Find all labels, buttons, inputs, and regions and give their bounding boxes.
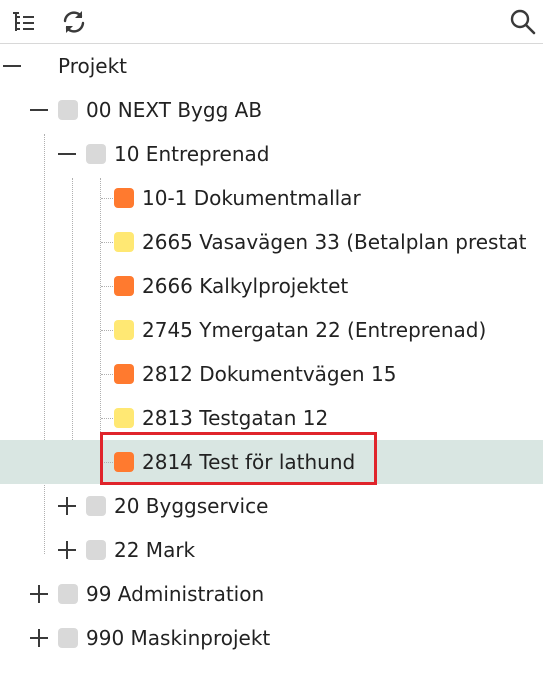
folder-icon: [86, 144, 106, 164]
folder-icon: [86, 540, 106, 560]
tree-node-project[interactable]: 2812 Dokumentvägen 15: [0, 352, 543, 396]
tree-view-button[interactable]: [8, 6, 40, 38]
tree-node-label[interactable]: 2666 Kalkylprojektet: [142, 274, 348, 298]
tree-node-project[interactable]: 10-1 Dokumentmallar: [0, 176, 543, 220]
collapse-toggle[interactable]: [27, 98, 51, 122]
tree-list-icon: [13, 12, 34, 31]
tree-node-label[interactable]: 10-1 Dokumentmallar: [142, 186, 361, 210]
status-orange-icon: [114, 364, 134, 384]
tree-node-company[interactable]: 00 NEXT Bygg AB: [0, 88, 543, 132]
expand-toggle[interactable]: [27, 582, 51, 606]
tree-connector: [101, 418, 113, 419]
collapse-toggle[interactable]: [55, 142, 79, 166]
tree-node-label[interactable]: 20 Byggservice: [114, 494, 268, 518]
tree-connector: [101, 374, 113, 375]
folder-icon: [86, 496, 106, 516]
minus-icon: [30, 109, 48, 111]
status-yellow-icon: [114, 408, 134, 428]
plus-icon: [30, 629, 48, 647]
tree-node-label[interactable]: 10 Entreprenad: [114, 142, 269, 166]
tree-node-root[interactable]: Projekt: [0, 44, 543, 88]
tree-connector: [101, 462, 113, 463]
tree-node-label[interactable]: 99 Administration: [86, 582, 264, 606]
status-orange-icon: [114, 276, 134, 296]
tree-node-label[interactable]: 2745 Ymergatan 22 (Entreprenad): [142, 318, 486, 342]
tree-node-label[interactable]: 2813 Testgatan 12: [142, 406, 328, 430]
collapse-toggle[interactable]: [0, 54, 24, 78]
plus-icon: [58, 541, 76, 559]
tree-node-label[interactable]: 00 NEXT Bygg AB: [86, 98, 262, 122]
tree-node-label[interactable]: 22 Mark: [114, 538, 195, 562]
tree-node-project[interactable]: 2666 Kalkylprojektet: [0, 264, 543, 308]
tree-node-label[interactable]: 2814 Test för lathund: [142, 450, 355, 474]
tree-connector: [101, 286, 113, 287]
tree-node-mark[interactable]: 22 Mark: [0, 528, 543, 572]
minus-icon: [3, 65, 21, 67]
tree-connector: [101, 198, 113, 199]
tree-connector: [101, 242, 113, 243]
toolbar: [0, 0, 543, 44]
status-yellow-icon: [114, 232, 134, 252]
folder-icon: [58, 628, 78, 648]
refresh-button[interactable]: [58, 6, 90, 38]
status-orange-icon: [114, 452, 134, 472]
tree-node-label[interactable]: 2665 Vasavägen 33 (Betalplan prestat: [142, 230, 526, 254]
minus-icon: [58, 153, 76, 155]
tree-node-project[interactable]: 2665 Vasavägen 33 (Betalplan prestat: [0, 220, 543, 264]
status-yellow-icon: [114, 320, 134, 340]
search-icon: [510, 9, 536, 35]
tree-node-label[interactable]: Projekt: [58, 54, 127, 78]
plus-icon: [58, 497, 76, 515]
project-tree: Projekt 00 NEXT Bygg AB 10 Entreprenad 1…: [0, 44, 543, 689]
tree-node-project-selected[interactable]: 2814 Test för lathund: [0, 440, 543, 484]
expand-toggle[interactable]: [55, 538, 79, 562]
search-button[interactable]: [507, 6, 539, 38]
folder-icon: [58, 100, 78, 120]
status-orange-icon: [114, 188, 134, 208]
tree-node-maskinprojekt[interactable]: 990 Maskinprojekt: [0, 616, 543, 660]
tree-node-administration[interactable]: 99 Administration: [0, 572, 543, 616]
tree-connector: [101, 330, 113, 331]
tree-node-project[interactable]: 2813 Testgatan 12: [0, 396, 543, 440]
tree-node-byggservice[interactable]: 20 Byggservice: [0, 484, 543, 528]
tree-node-entreprenad[interactable]: 10 Entreprenad: [0, 132, 543, 176]
expand-toggle[interactable]: [27, 626, 51, 650]
tree-node-label[interactable]: 2812 Dokumentvägen 15: [142, 362, 396, 386]
tree-node-label[interactable]: 990 Maskinprojekt: [86, 626, 270, 650]
expand-toggle[interactable]: [55, 494, 79, 518]
refresh-icon: [63, 11, 85, 33]
folder-icon: [58, 584, 78, 604]
tree-node-project[interactable]: 2745 Ymergatan 22 (Entreprenad): [0, 308, 543, 352]
plus-icon: [30, 585, 48, 603]
